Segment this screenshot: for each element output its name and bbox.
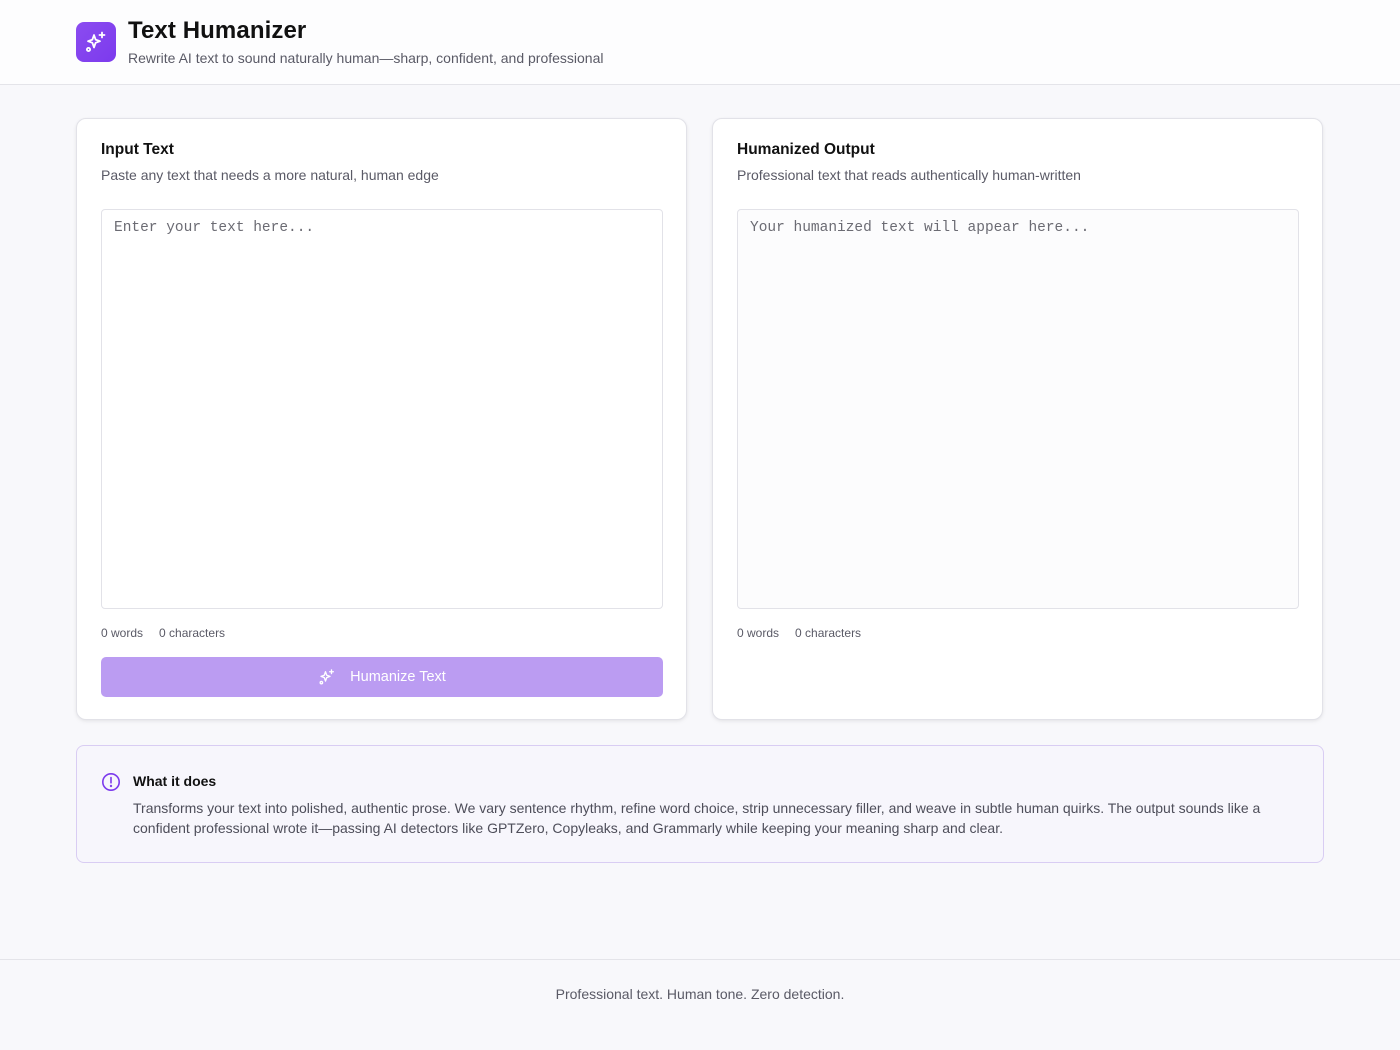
humanize-button[interactable]: Humanize Text (101, 657, 663, 697)
input-textarea[interactable] (101, 209, 663, 609)
output-textarea[interactable] (737, 209, 1299, 609)
output-counts: 0 words 0 characters (737, 626, 861, 640)
output-card-description: Professional text that reads authentical… (737, 167, 1081, 183)
input-char-count: 0 characters (159, 626, 226, 640)
info-panel: What it does Transforms your text into p… (76, 745, 1324, 863)
input-card-title: Input Text (101, 141, 174, 158)
alert-circle-icon (102, 773, 120, 791)
footer-text: Professional text. Human tone. Zero dete… (555, 986, 845, 1002)
sparkles-icon (86, 31, 106, 52)
page-subtitle: Rewrite AI text to sound naturally human… (128, 50, 604, 66)
input-card-description: Paste any text that needs a more natural… (101, 167, 439, 183)
footer: Professional text. Human tone. Zero dete… (0, 959, 1400, 1050)
input-word-count: 0 words (101, 626, 144, 640)
app-header: Text Humanizer Rewrite AI text to sound … (0, 0, 1400, 85)
info-title: What it does (133, 773, 217, 789)
sparkles-icon (319, 669, 335, 685)
output-char-count: 0 characters (795, 626, 862, 640)
output-card-title: Humanized Output (737, 141, 875, 158)
input-counts: 0 words 0 characters (101, 626, 225, 640)
input-card: Input Text Paste any text that needs a m… (76, 118, 687, 720)
output-word-count: 0 words (737, 626, 780, 640)
humanize-button-label: Humanize Text (350, 669, 446, 685)
page-title: Text Humanizer (128, 17, 307, 44)
logo (76, 22, 116, 62)
info-body: Transforms your text into polished, auth… (133, 800, 1261, 836)
output-card: Humanized Output Professional text that … (712, 118, 1323, 720)
